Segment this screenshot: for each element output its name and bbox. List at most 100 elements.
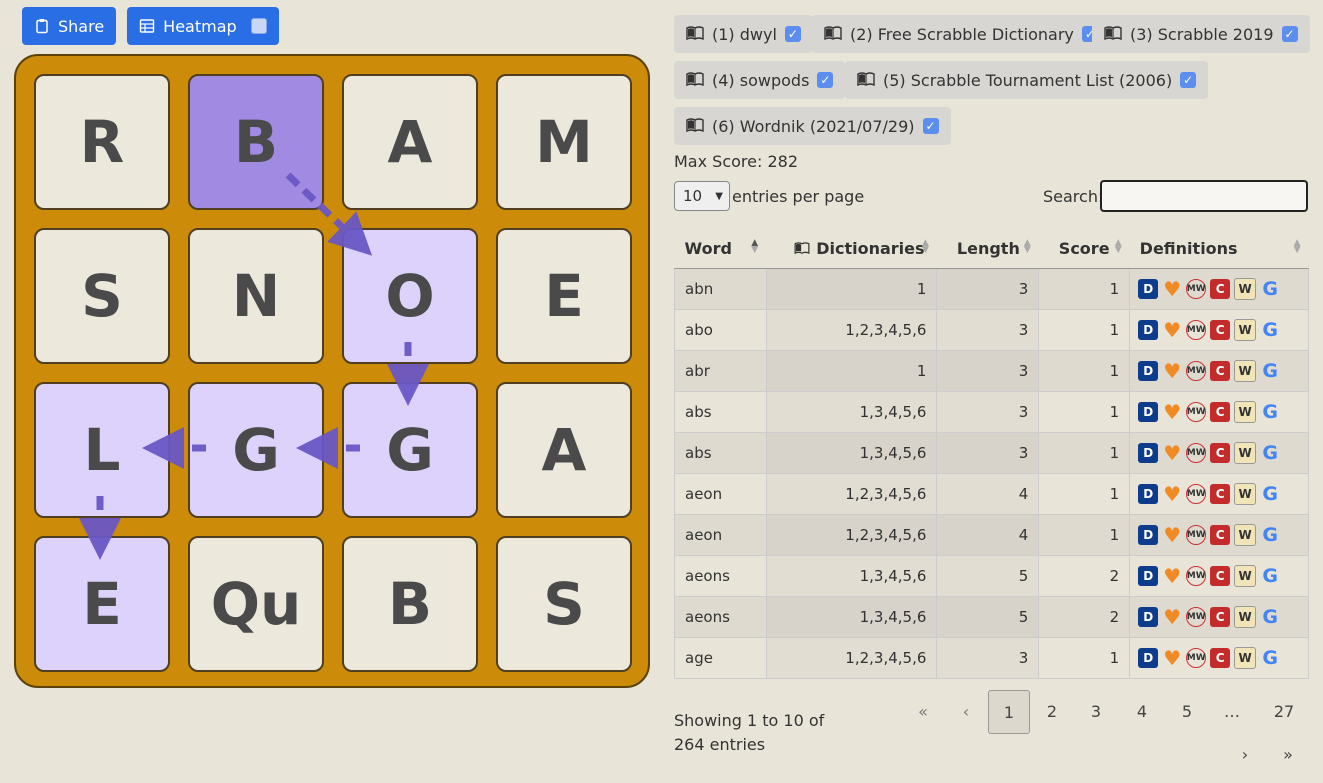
google-icon[interactable]: G bbox=[1260, 606, 1280, 628]
heart-icon[interactable]: ♥ bbox=[1162, 482, 1182, 506]
page-link[interactable]: 4 bbox=[1124, 690, 1160, 732]
dictionary-com-icon[interactable]: D bbox=[1138, 320, 1159, 340]
wiktionary-icon[interactable]: W bbox=[1234, 524, 1257, 546]
tile-path[interactable]: E bbox=[34, 536, 170, 672]
page-link[interactable]: … bbox=[1212, 690, 1252, 732]
wiktionary-icon[interactable]: W bbox=[1234, 606, 1257, 628]
wiktionary-icon[interactable]: W bbox=[1234, 565, 1257, 587]
heart-icon[interactable]: ♥ bbox=[1162, 359, 1182, 383]
tile[interactable]: S bbox=[496, 536, 632, 672]
google-icon[interactable]: G bbox=[1260, 401, 1280, 423]
google-icon[interactable]: G bbox=[1260, 442, 1280, 464]
entries-per-page-select[interactable]: 10 ▼ bbox=[674, 181, 730, 211]
collins-icon[interactable]: C bbox=[1210, 484, 1231, 504]
tile-path[interactable]: G bbox=[188, 382, 324, 518]
merriam-webster-icon[interactable]: MW bbox=[1186, 607, 1207, 627]
tile-start[interactable]: B bbox=[188, 74, 324, 210]
collins-icon[interactable]: C bbox=[1210, 525, 1231, 545]
collins-icon[interactable]: C bbox=[1210, 566, 1231, 586]
page-link[interactable]: 5 bbox=[1169, 690, 1205, 732]
page-link[interactable]: 3 bbox=[1078, 690, 1114, 732]
heatmap-button[interactable]: Heatmap bbox=[127, 7, 279, 45]
heart-icon[interactable]: ♥ bbox=[1162, 277, 1182, 301]
merriam-webster-icon[interactable]: MW bbox=[1186, 566, 1207, 586]
wiktionary-icon[interactable]: W bbox=[1234, 278, 1257, 300]
dict-checkbox[interactable]: ✓ bbox=[1180, 72, 1197, 88]
dictionary-com-icon[interactable]: D bbox=[1138, 443, 1159, 463]
google-icon[interactable]: G bbox=[1260, 360, 1280, 382]
wiktionary-icon[interactable]: W bbox=[1234, 360, 1257, 382]
dict-chip-1[interactable]: (1) dwyl ✓ bbox=[674, 15, 813, 53]
heart-icon[interactable]: ♥ bbox=[1162, 646, 1182, 670]
dict-checkbox[interactable]: ✓ bbox=[817, 72, 834, 88]
tile-path[interactable]: O bbox=[342, 228, 478, 364]
col-dictionaries[interactable]: Dictionaries ▲ ▼ bbox=[766, 228, 937, 269]
heart-icon[interactable]: ♥ bbox=[1162, 400, 1182, 424]
heart-icon[interactable]: ♥ bbox=[1162, 564, 1182, 588]
dictionary-com-icon[interactable]: D bbox=[1138, 402, 1159, 422]
google-icon[interactable]: G bbox=[1260, 319, 1280, 341]
dict-checkbox[interactable]: ✓ bbox=[1281, 26, 1298, 42]
merriam-webster-icon[interactable]: MW bbox=[1186, 525, 1207, 545]
dictionary-com-icon[interactable]: D bbox=[1138, 361, 1159, 381]
tile[interactable]: A bbox=[496, 382, 632, 518]
wiktionary-icon[interactable]: W bbox=[1234, 319, 1257, 341]
merriam-webster-icon[interactable]: MW bbox=[1186, 320, 1207, 340]
dict-chip-5[interactable]: (5) Scrabble Tournament List (2006) ✓ bbox=[845, 61, 1209, 99]
page-link[interactable]: 27 bbox=[1262, 690, 1306, 732]
dict-chip-4[interactable]: (4) sowpods ✓ bbox=[674, 61, 846, 99]
tile[interactable]: R bbox=[34, 74, 170, 210]
google-icon[interactable]: G bbox=[1260, 278, 1280, 300]
merriam-webster-icon[interactable]: MW bbox=[1186, 279, 1207, 299]
dict-chip-6[interactable]: (6) Wordnik (2021/07/29) ✓ bbox=[674, 107, 951, 145]
page-link[interactable]: « bbox=[905, 690, 941, 732]
dictionary-com-icon[interactable]: D bbox=[1138, 279, 1159, 299]
google-icon[interactable]: G bbox=[1260, 647, 1280, 669]
merriam-webster-icon[interactable]: MW bbox=[1186, 648, 1207, 668]
page-link[interactable]: 1 bbox=[988, 690, 1030, 734]
collins-icon[interactable]: C bbox=[1210, 648, 1231, 668]
tile[interactable]: B bbox=[342, 536, 478, 672]
merriam-webster-icon[interactable]: MW bbox=[1186, 361, 1207, 381]
heatmap-checkbox[interactable] bbox=[250, 18, 267, 34]
col-word[interactable]: Word ▲ ▼ bbox=[674, 228, 767, 269]
merriam-webster-icon[interactable]: MW bbox=[1186, 443, 1207, 463]
col-definitions[interactable]: Definitions ▲ ▼ bbox=[1129, 228, 1309, 269]
dictionary-com-icon[interactable]: D bbox=[1138, 566, 1159, 586]
dictionary-com-icon[interactable]: D bbox=[1138, 648, 1159, 668]
heart-icon[interactable]: ♥ bbox=[1162, 523, 1182, 547]
wiktionary-icon[interactable]: W bbox=[1234, 401, 1257, 423]
merriam-webster-icon[interactable]: MW bbox=[1186, 484, 1207, 504]
tile[interactable]: N bbox=[188, 228, 324, 364]
heart-icon[interactable]: ♥ bbox=[1162, 441, 1182, 465]
page-link[interactable]: » bbox=[1270, 733, 1306, 775]
dict-chip-3[interactable]: (3) Scrabble 2019 ✓ bbox=[1092, 15, 1310, 53]
dictionary-com-icon[interactable]: D bbox=[1138, 484, 1159, 504]
dict-checkbox[interactable]: ✓ bbox=[922, 118, 939, 134]
collins-icon[interactable]: C bbox=[1210, 443, 1231, 463]
tile[interactable]: Qu bbox=[188, 536, 324, 672]
col-length[interactable]: Length ▲ ▼ bbox=[936, 228, 1039, 269]
wiktionary-icon[interactable]: W bbox=[1234, 483, 1257, 505]
page-link[interactable]: ‹ bbox=[948, 690, 984, 732]
tile[interactable]: M bbox=[496, 74, 632, 210]
page-link[interactable]: 2 bbox=[1034, 690, 1070, 732]
collins-icon[interactable]: C bbox=[1210, 361, 1231, 381]
wiktionary-icon[interactable]: W bbox=[1234, 442, 1257, 464]
merriam-webster-icon[interactable]: MW bbox=[1186, 402, 1207, 422]
page-link[interactable]: › bbox=[1227, 733, 1263, 775]
dict-chip-2[interactable]: (2) Free Scrabble Dictionary ✓ bbox=[812, 15, 1110, 53]
share-button[interactable]: Share bbox=[22, 7, 117, 45]
tile[interactable]: A bbox=[342, 74, 478, 210]
heart-icon[interactable]: ♥ bbox=[1162, 605, 1182, 629]
google-icon[interactable]: G bbox=[1260, 565, 1280, 587]
dict-checkbox[interactable]: ✓ bbox=[784, 26, 801, 42]
dictionary-com-icon[interactable]: D bbox=[1138, 525, 1159, 545]
wiktionary-icon[interactable]: W bbox=[1234, 647, 1257, 669]
tile[interactable]: S bbox=[34, 228, 170, 364]
google-icon[interactable]: G bbox=[1260, 483, 1280, 505]
tile[interactable]: E bbox=[496, 228, 632, 364]
google-icon[interactable]: G bbox=[1260, 524, 1280, 546]
heart-icon[interactable]: ♥ bbox=[1162, 318, 1182, 342]
collins-icon[interactable]: C bbox=[1210, 320, 1231, 340]
